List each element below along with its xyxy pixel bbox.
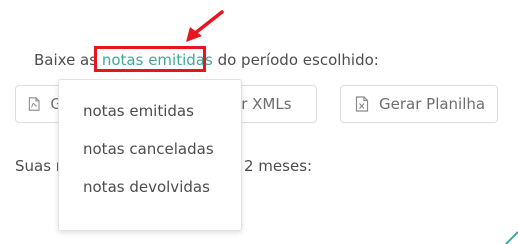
intro-suffix: do período escolhido:: [217, 51, 379, 69]
generate-spreadsheet-button[interactable]: Gerar Planilha: [340, 85, 498, 123]
annotation-arrow-icon: [186, 10, 224, 42]
corner-decoration-icon: [505, 231, 518, 244]
download-pdf-button[interactable]: G: [15, 85, 63, 123]
history-hint-tail: 2 meses:: [244, 157, 313, 175]
dropdown-item-returned[interactable]: notas devolvidas: [83, 177, 210, 197]
file-pdf-icon: [28, 97, 40, 111]
export-intro-text: Baixe as notas emitidas do período escol…: [34, 50, 379, 70]
file-excel-icon: [355, 96, 369, 112]
intro-prefix: Baixe as: [34, 51, 98, 69]
dropdown-item-issued[interactable]: notas emitidas: [83, 101, 194, 121]
dropdown-item-cancelled[interactable]: notas canceladas: [83, 139, 214, 159]
generate-spreadsheet-label: Gerar Planilha: [379, 95, 486, 113]
note-type-selector-link[interactable]: notas emitidas: [102, 51, 213, 69]
note-type-dropdown: notas emitidas notas canceladas notas de…: [58, 79, 242, 231]
